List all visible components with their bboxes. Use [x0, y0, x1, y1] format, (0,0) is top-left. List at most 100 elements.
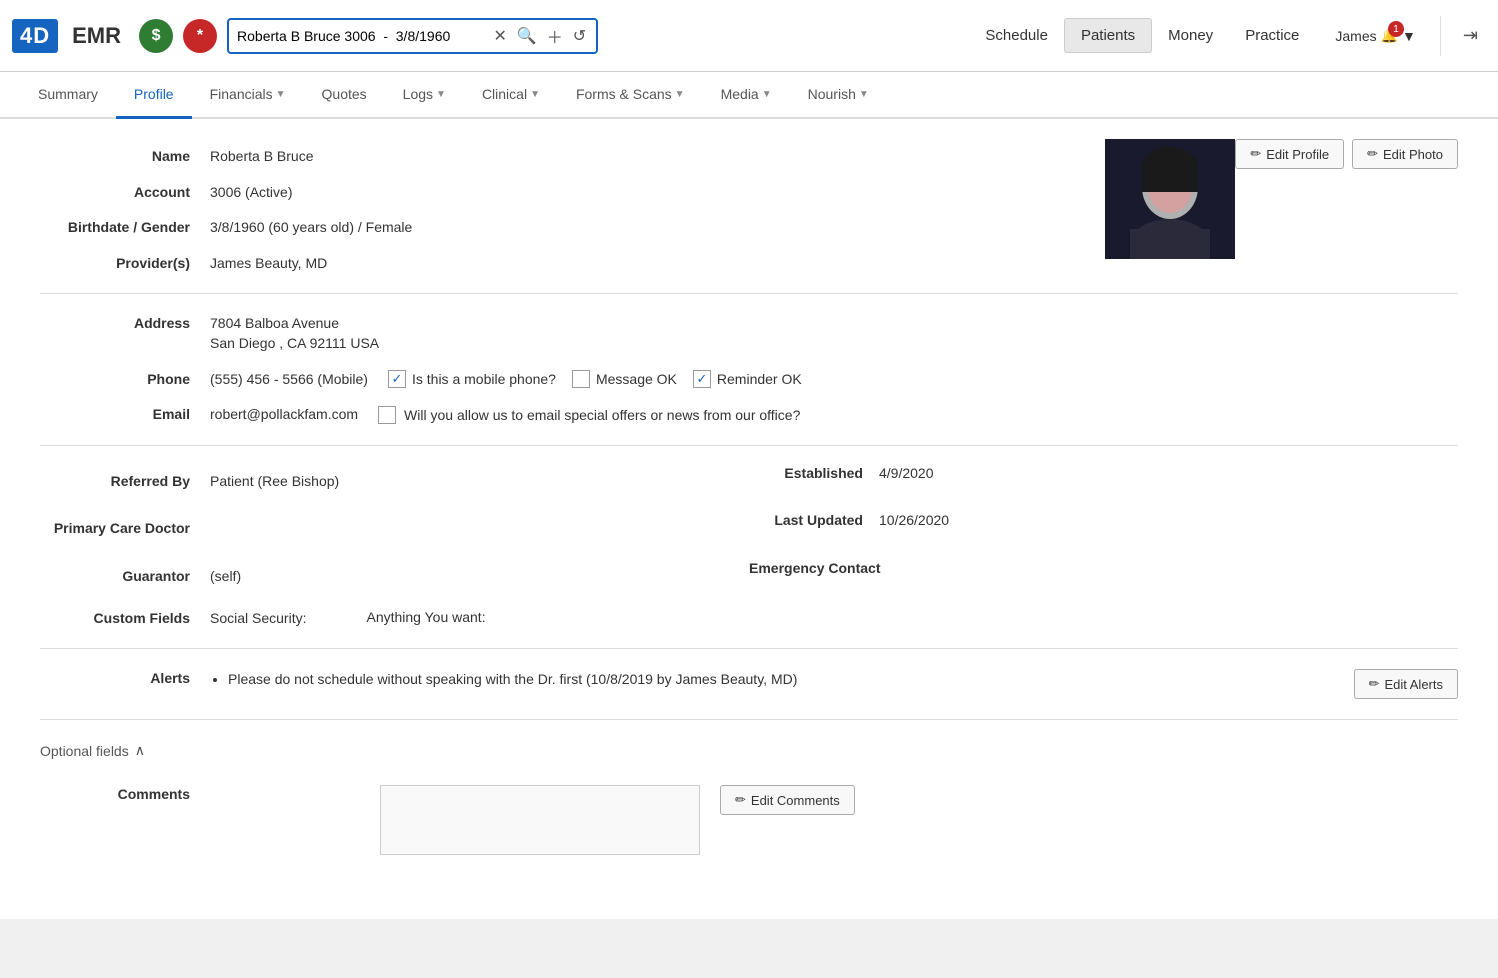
tab-financials[interactable]: Financials ▼: [192, 72, 304, 119]
edit-photo-button[interactable]: ✏ Edit Photo: [1352, 139, 1458, 169]
edit-buttons-group: ✏ Edit Profile ✏ Edit Photo: [1235, 139, 1458, 169]
address-label: Address: [40, 314, 210, 334]
social-security-label: Social Security:: [210, 609, 306, 629]
phone-row: Phone (555) 456 - 5566 (Mobile) ✓ Is thi…: [40, 362, 1458, 398]
tab-quotes[interactable]: Quotes: [304, 72, 385, 119]
last-updated-value: 10/26/2020: [879, 511, 949, 531]
alerts-label: Alerts: [40, 669, 210, 689]
patient-photo: [1105, 139, 1235, 259]
email-value: robert@pollackfam.com: [210, 405, 358, 425]
alert-item: Please do not schedule without speaking …: [228, 669, 1334, 690]
referred-by-value: Patient (Ree Bishop): [210, 472, 339, 492]
email-consent-checkbox[interactable]: [378, 406, 396, 424]
account-value: 3006 (Active): [210, 183, 292, 203]
section-divider-1: [40, 293, 1458, 294]
guarantor-label: Guarantor: [40, 567, 210, 587]
reminder-ok-checkbox[interactable]: ✓: [693, 370, 711, 388]
edit-alerts-button[interactable]: ✏ Edit Alerts: [1354, 669, 1458, 699]
tab-nourish[interactable]: Nourish ▼: [790, 72, 887, 119]
mobile-checkbox[interactable]: ✓: [388, 370, 406, 388]
reminder-ok-label: Reminder OK: [717, 371, 802, 387]
notification-badge: 1: [1388, 21, 1404, 37]
logout-button[interactable]: ⇥: [1455, 25, 1486, 46]
reminder-ok-checkbox-item[interactable]: ✓ Reminder OK: [693, 370, 802, 388]
chevron-up-icon: ∧: [135, 742, 145, 759]
edit-profile-button[interactable]: ✏ Edit Profile: [1235, 139, 1344, 169]
pencil-icon: ✏: [1367, 146, 1378, 162]
provider-value: James Beauty, MD: [210, 254, 327, 274]
pencil-icon: ✏: [1369, 676, 1380, 692]
section-divider-2: [40, 445, 1458, 446]
primary-care-last-updated-row: Primary Care Doctor Last Updated 10/26/2…: [40, 505, 1458, 553]
message-ok-checkbox[interactable]: [572, 370, 590, 388]
custom-fields-row: Custom Fields Social Security: Anything …: [40, 601, 1458, 637]
section-divider-4: [40, 719, 1458, 720]
patient-tab-bar: Summary Profile Financials ▼ Quotes Logs…: [0, 72, 1498, 119]
custom-fields-label: Custom Fields: [40, 609, 210, 629]
guarantor-col: Guarantor (self): [40, 559, 749, 595]
optional-fields-toggle[interactable]: Optional fields ∧: [40, 732, 1458, 769]
tab-forms-scans[interactable]: Forms & Scans ▼: [558, 72, 703, 119]
nav-links: Schedule Patients Money Practice: [969, 18, 1315, 53]
name-value: Roberta B Bruce: [210, 147, 314, 167]
address-row: Address 7804 Balboa Avenue San Diego , C…: [40, 306, 1458, 361]
last-updated-label: Last Updated: [749, 511, 879, 531]
chevron-down-icon: ▼: [762, 89, 772, 100]
chevron-down-icon: ▼: [859, 89, 869, 100]
established-value: 4/9/2020: [879, 464, 934, 484]
email-consent-row: Will you allow us to email special offer…: [378, 406, 800, 424]
address-line2: San Diego , CA 92111 USA: [210, 334, 379, 354]
account-row: Account 3006 (Active): [40, 175, 1085, 211]
account-label: Account: [40, 183, 210, 203]
last-updated-col: Last Updated 10/26/2020: [749, 511, 1458, 531]
schedule-link[interactable]: Schedule: [969, 19, 1064, 52]
search-button[interactable]: 🔍: [515, 26, 539, 46]
profile-content: Name Roberta B Bruce Account 3006 (Activ…: [0, 119, 1498, 919]
user-menu[interactable]: James 🔔 1 ▼: [1325, 19, 1426, 52]
practice-link[interactable]: Practice: [1229, 19, 1315, 52]
patient-photo-svg: [1105, 139, 1235, 259]
username-label: James: [1335, 28, 1376, 44]
tab-logs[interactable]: Logs ▼: [385, 72, 464, 119]
money-link[interactable]: Money: [1152, 19, 1229, 52]
search-input[interactable]: [237, 28, 485, 44]
photo-column: [1105, 139, 1235, 259]
notification-bell[interactable]: 🔔 1: [1381, 27, 1398, 44]
tab-profile[interactable]: Profile: [116, 72, 192, 119]
chevron-down-icon: ▼: [530, 89, 540, 100]
tab-media[interactable]: Media ▼: [703, 72, 790, 119]
comments-label: Comments: [40, 785, 210, 805]
mobile-phone-checkbox-item[interactable]: ✓ Is this a mobile phone?: [388, 370, 556, 388]
logo-4d: 4D: [12, 19, 58, 53]
provider-row: Provider(s) James Beauty, MD: [40, 246, 1085, 282]
comments-textarea[interactable]: [380, 785, 700, 855]
red-icon[interactable]: *: [183, 19, 217, 53]
alerts-row: Alerts Please do not schedule without sp…: [40, 661, 1458, 707]
tab-summary[interactable]: Summary: [20, 72, 116, 119]
phone-label: Phone: [40, 370, 210, 390]
search-bar: ✕ 🔍 ＋ ↺: [227, 18, 598, 54]
message-ok-label: Message OK: [596, 371, 677, 387]
guarantor-emergency-row: Guarantor (self) Emergency Contact: [40, 553, 1458, 601]
history-button[interactable]: ↺: [571, 26, 588, 46]
anything-label: Anything You want:: [366, 609, 485, 625]
patients-link[interactable]: Patients: [1064, 18, 1152, 53]
referred-established-row: Referred By Patient (Ree Bishop) Establi…: [40, 458, 1458, 506]
green-icon[interactable]: $: [139, 19, 173, 53]
alerts-content: Please do not schedule without speaking …: [210, 669, 1334, 690]
referred-by-row: Referred By Patient (Ree Bishop): [40, 464, 749, 500]
tab-clinical[interactable]: Clinical ▼: [464, 72, 558, 119]
chevron-down-icon: ▼: [436, 89, 446, 100]
email-consent-label: Will you allow us to email special offer…: [404, 407, 800, 423]
alert-list: Please do not schedule without speaking …: [210, 669, 1334, 690]
edit-comments-button[interactable]: ✏ Edit Comments: [720, 785, 855, 815]
established-col: Established 4/9/2020: [749, 464, 1458, 484]
address-line1: 7804 Balboa Avenue: [210, 314, 379, 334]
referred-by-label: Referred By: [40, 472, 210, 492]
address-value: 7804 Balboa Avenue San Diego , CA 92111 …: [210, 314, 379, 353]
clear-search-button[interactable]: ✕: [491, 26, 508, 46]
message-ok-checkbox-item[interactable]: Message OK: [572, 370, 677, 388]
add-patient-button[interactable]: ＋: [545, 24, 565, 48]
mobile-phone-label: Is this a mobile phone?: [412, 371, 556, 387]
logo-emr: EMR: [72, 23, 121, 49]
